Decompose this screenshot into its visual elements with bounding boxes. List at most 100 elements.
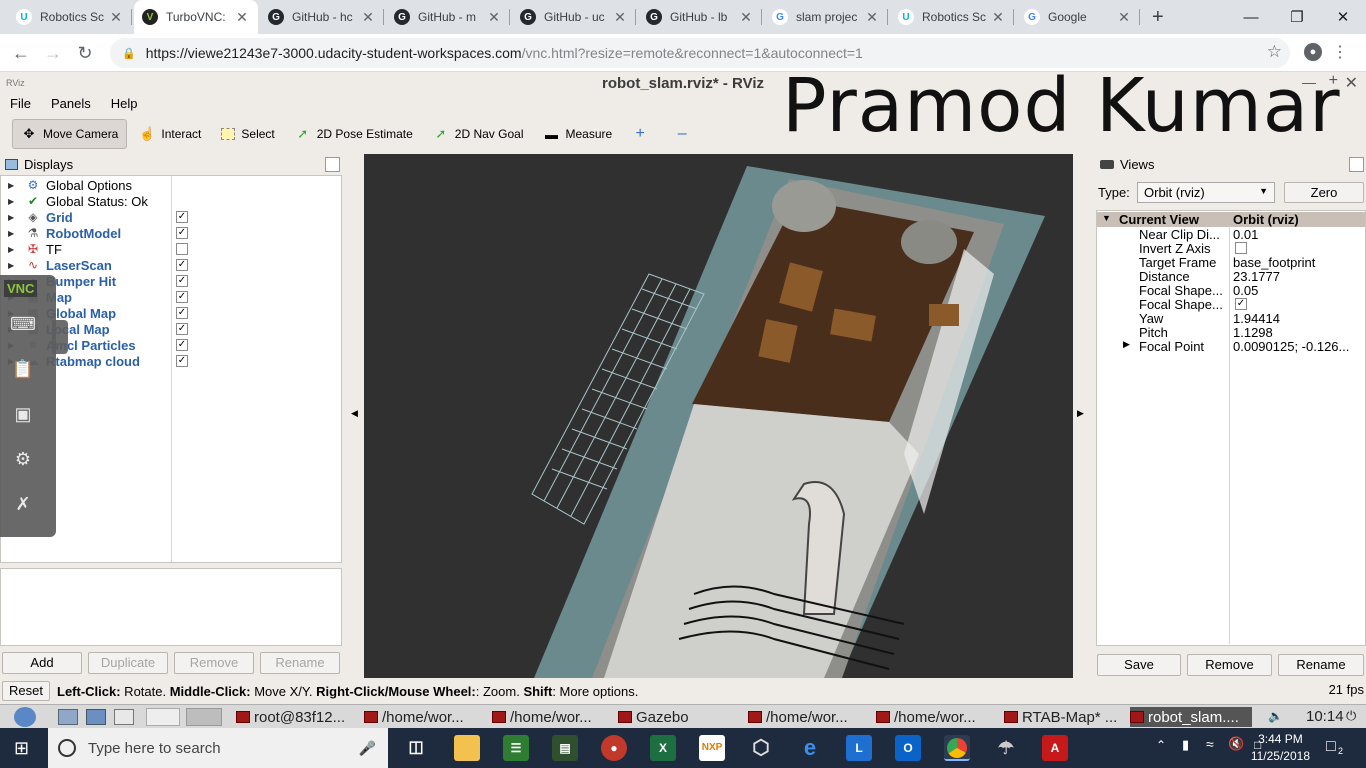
view-property-row[interactable]: ▶ Focal Point 0.0090125; -0.126... [1097,339,1365,354]
linux-task-window-8[interactable]: robot_slam.... [1130,707,1252,727]
workspace-1[interactable] [146,708,180,726]
tool-interact[interactable]: ☝ Interact [131,119,209,149]
view-property-row[interactable]: Near Clip Di... 0.01 [1097,227,1365,242]
file-explorer-icon[interactable] [454,735,480,761]
chrome-taskbar-icon[interactable] [944,735,970,761]
windows-clock[interactable]: 3:44 PM 11/25/2018 [1251,731,1310,765]
view-type-select[interactable]: Orbit (rviz) ▼ [1137,182,1275,203]
nxp-icon[interactable]: NXP [699,735,725,761]
linux-task-window-1[interactable]: root@83f12... [236,707,358,727]
close-tab-icon[interactable]: ✕ [864,9,880,26]
reload-icon[interactable]: ↻ [74,42,96,64]
cube-3d-icon[interactable]: ⬡ [748,735,774,761]
view-property-value[interactable]: 0.01 [1233,227,1363,242]
power-icon[interactable]: ⏻ [1346,708,1356,724]
rviz-taskbar-icon[interactable]: ☂ [993,735,1019,761]
app-terminal-icon[interactable]: ▤ [552,735,578,761]
view-property-value[interactable]: 0.05 [1233,283,1363,298]
view-property-value[interactable]: 0.0090125; -0.126... [1233,339,1363,354]
linux-task-window-2[interactable]: /home/wor... [364,707,486,727]
linux-task-window-4[interactable]: Gazebo [618,707,742,727]
edge-icon[interactable]: e [797,735,823,761]
app-green-icon[interactable]: ☰ [503,735,529,761]
task-view-icon[interactable]: ◫ [403,735,429,761]
reset-button[interactable]: Reset [2,681,50,701]
view-property-row[interactable]: Invert Z Axis [1097,241,1365,256]
forward-icon[interactable]: → [42,42,64,64]
expand-arrow-icon[interactable]: ▶ [8,181,14,190]
app-blue-icon[interactable]: L [846,735,872,761]
displays-undock-checkbox[interactable] [325,157,340,172]
menu-file[interactable]: File [0,96,41,114]
close-tab-icon[interactable]: ✕ [612,9,628,26]
expand-arrow-icon[interactable]: ▶ [8,261,14,270]
new-tab-button[interactable]: + [1152,6,1164,29]
duplicate-display-button[interactable]: Duplicate [88,652,168,674]
remove-display-button[interactable]: Remove [174,652,254,674]
close-tab-icon[interactable]: ✕ [486,9,502,26]
display-enabled-checkbox[interactable] [176,243,188,255]
render-3d-view[interactable] [364,154,1073,678]
right-dock-splitter[interactable]: ▶ [1074,154,1092,678]
view-property-row[interactable]: Target Frame base_footprint [1097,255,1365,270]
display-enabled-checkbox[interactable]: ✓ [176,211,188,223]
zero-view-button[interactable]: Zero [1284,182,1364,203]
linux-task-window-3[interactable]: /home/wor... [492,707,612,727]
bookmark-star-icon[interactable]: ☆ [1267,42,1282,62]
menu-help[interactable]: Help [101,96,148,114]
browser-tab-9[interactable]: G Google ✕ [1016,0,1140,34]
display-enabled-checkbox[interactable]: ✓ [176,307,188,319]
clipboard-icon[interactable]: 📋 [10,356,36,382]
terminal-launcher-icon[interactable] [86,709,106,725]
workspace-2[interactable] [186,708,222,726]
add-display-button[interactable]: Add [2,652,82,674]
app-browser-alt-icon[interactable]: ● [601,735,627,761]
wifi-icon[interactable]: ≈ [1206,736,1214,752]
browser-tab-3[interactable]: G GitHub - hc ✕ [260,0,384,34]
profile-icon[interactable]: ● [1304,43,1322,61]
outlook-icon[interactable]: O [895,735,921,761]
view-property-checkbox[interactable]: ✓ [1235,298,1247,310]
left-dock-splitter[interactable]: ◀ [348,154,362,678]
tool-2d-pose-estimate[interactable]: ➚ 2D Pose Estimate [287,119,421,149]
menu-panels[interactable]: Panels [41,96,101,114]
back-icon[interactable]: ← [10,42,32,64]
expand-arrow-icon[interactable]: ▶ [8,229,14,238]
fullscreen-icon[interactable]: ▣ [10,401,36,427]
linux-menu-icon[interactable] [14,707,36,727]
expand-arrow-icon[interactable]: ▶ [8,197,14,206]
window-launcher-icon[interactable] [114,709,134,725]
browser-tab-2[interactable]: V TurboVNC: ✕ [134,0,258,34]
vnc-bar-handle[interactable] [52,320,68,354]
rename-display-button[interactable]: Rename [260,652,340,674]
notifications-icon[interactable]: □ [1326,738,1336,756]
minimize-icon[interactable]: — [1228,0,1274,34]
display-enabled-checkbox[interactable]: ✓ [176,339,188,351]
tool-measure[interactable]: ▬ Measure [536,119,621,149]
linux-task-window-5[interactable]: /home/wor... [748,707,870,727]
tray-overflow-icon[interactable]: ⌃ [1156,738,1166,752]
expand-arrow-icon[interactable]: ▶ [1123,339,1130,350]
view-property-row[interactable]: Pitch 1.1298 [1097,325,1365,340]
disconnect-icon[interactable]: ✗ [10,491,36,517]
display-enabled-checkbox[interactable]: ✓ [176,275,188,287]
tool-move-camera[interactable]: ✥ Move Camera [12,119,128,149]
linux-task-window-6[interactable]: /home/wor... [876,707,998,727]
keyboard-icon[interactable]: ⌨ [10,311,36,337]
chrome-menu-icon[interactable]: ⋮ [1332,42,1348,62]
view-property-value[interactable]: base_footprint [1233,255,1363,270]
close-tab-icon[interactable]: ✕ [1116,9,1132,26]
view-property-row[interactable]: Distance 23.1777 [1097,269,1365,284]
save-view-button[interactable]: Save [1097,654,1181,676]
browser-tab-8[interactable]: U Robotics Sc ✕ [890,0,1014,34]
view-property-value[interactable]: 1.1298 [1233,325,1363,340]
remove-tool-button[interactable]: – [666,119,704,149]
tool-2d-nav-goal[interactable]: ➚ 2D Nav Goal [425,119,532,149]
browser-tab-7[interactable]: Gslam projec ✕ [764,0,888,34]
acrobat-icon[interactable]: A [1042,735,1068,761]
linux-task-window-7[interactable]: RTAB-Map* ... [1004,707,1124,727]
speaker-icon[interactable]: 🔇 [1228,736,1244,752]
windows-search-box[interactable]: Type here to search 🎤 [48,728,388,768]
display-enabled-checkbox[interactable]: ✓ [176,323,188,335]
close-tab-icon[interactable]: ✕ [108,9,124,26]
